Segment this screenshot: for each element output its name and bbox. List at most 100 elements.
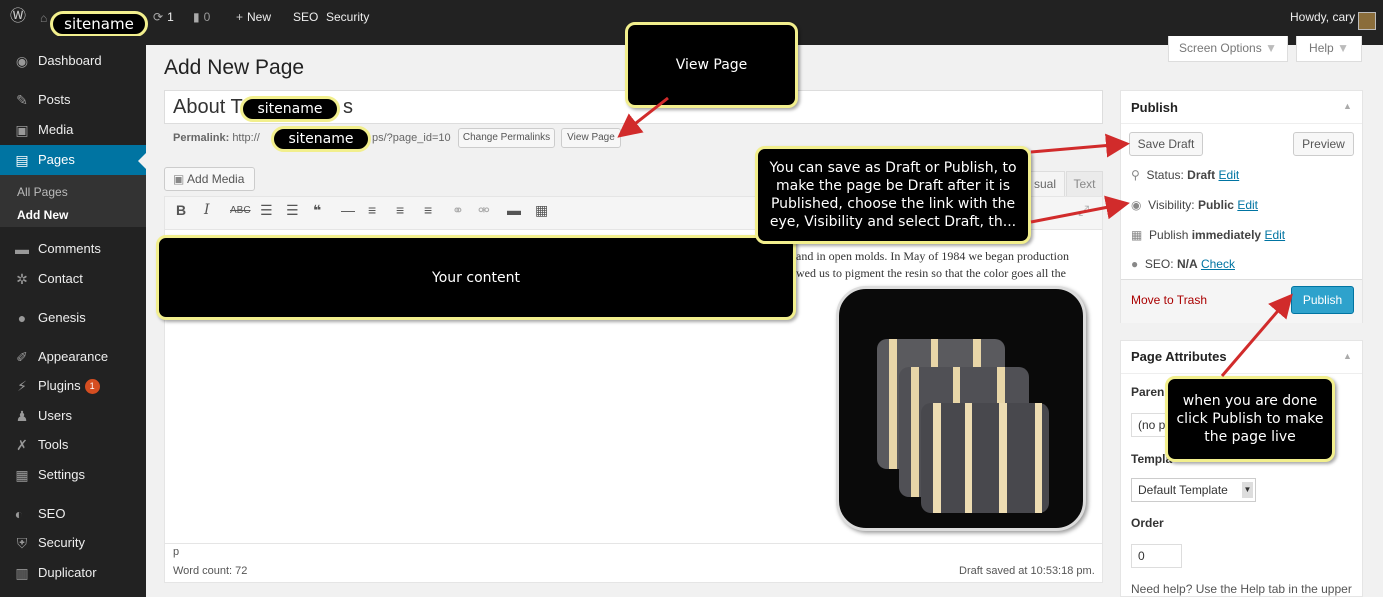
align-center-icon[interactable]: ≡: [396, 202, 404, 218]
read-more-icon[interactable]: ▬: [507, 202, 521, 218]
collapse-icon: ▲: [1343, 101, 1352, 111]
sidebar-item-posts[interactable]: ✎ Posts: [0, 86, 146, 114]
sidebar-item-users[interactable]: ♟ Users: [0, 402, 146, 430]
editor-statusbar: [165, 543, 1102, 584]
sidebar-item-appearance[interactable]: ✐ Appearance: [0, 343, 146, 371]
move-to-trash-link[interactable]: Move to Trash: [1131, 293, 1207, 307]
seo-row: ● SEO: N/A Check: [1131, 257, 1235, 271]
brush-icon: ✐: [16, 349, 28, 365]
seo-menu[interactable]: SEO: [293, 8, 318, 26]
pin-icon: ✎: [16, 92, 28, 108]
publish-date-edit-link[interactable]: Edit: [1264, 228, 1285, 242]
fullscreen-icon[interactable]: ⤢: [1078, 202, 1089, 219]
horizontal-line-icon[interactable]: —: [341, 202, 355, 218]
sidebar-item-contact[interactable]: ✲ Contact: [0, 265, 146, 293]
page-title: Add New Page: [164, 56, 305, 79]
genesis-icon: ●: [17, 310, 27, 326]
visibility-edit-link[interactable]: Edit: [1237, 198, 1258, 212]
align-right-icon[interactable]: ≡: [424, 202, 432, 218]
plug-icon: ⚡: [17, 378, 27, 394]
tab-text[interactable]: Text: [1066, 171, 1103, 197]
seo-check-link[interactable]: Check: [1201, 257, 1235, 271]
sitename-callout-title: sitename: [240, 96, 340, 122]
save-draft-button[interactable]: Save Draft: [1129, 132, 1203, 156]
duplicator-icon: ▥: [15, 565, 29, 581]
gear-icon: ✲: [16, 271, 28, 287]
publish-box-header[interactable]: Publish ▲: [1121, 91, 1362, 124]
italic-icon[interactable]: I: [204, 202, 210, 218]
chevron-down-icon: ▼: [1242, 482, 1253, 498]
seo-dot-icon: ●: [1131, 257, 1139, 271]
view-page-button[interactable]: View Page: [561, 128, 621, 148]
status-edit-link[interactable]: Edit: [1219, 168, 1240, 182]
pages-icon: ▤: [15, 152, 29, 168]
howdy-user[interactable]: Howdy, cary: [1290, 8, 1355, 26]
sidebar-item-seo[interactable]: ◐ SEO: [0, 500, 146, 528]
sitename-callout-permalink: sitename: [271, 126, 371, 152]
unlink-icon[interactable]: ⚮: [478, 202, 490, 219]
numbered-list-icon[interactable]: ☰: [286, 202, 299, 219]
bold-icon[interactable]: B: [176, 202, 186, 218]
order-input[interactable]: 0: [1131, 544, 1182, 568]
active-pointer: [138, 153, 146, 169]
media-icon: ▣: [15, 122, 29, 138]
sidebar-item-pages[interactable]: ▤ Pages: [0, 145, 146, 175]
link-icon[interactable]: ⚭: [452, 202, 464, 219]
align-left-icon[interactable]: ≡: [368, 202, 376, 218]
seo-icon: ◐: [14, 506, 24, 522]
plus-icon: +: [236, 10, 244, 24]
parent-label: Paren: [1131, 385, 1165, 399]
callout-your-content: Your content: [156, 235, 796, 320]
media-icon: ▣: [173, 172, 188, 186]
page-attributes-header[interactable]: Page Attributes ▲: [1121, 341, 1362, 374]
bullet-list-icon[interactable]: ☰: [260, 202, 273, 219]
avatar[interactable]: [1358, 12, 1376, 30]
content-image[interactable]: [836, 286, 1086, 531]
updates-item[interactable]: ⟳ 1: [153, 8, 174, 26]
tab-visual[interactable]: sual: [1025, 171, 1065, 197]
new-item[interactable]: + New: [236, 8, 271, 26]
publish-button[interactable]: Publish: [1291, 286, 1354, 314]
home-icon[interactable]: ⌂: [40, 9, 47, 27]
permalink-url-end[interactable]: ps/?page_id=10: [372, 132, 451, 144]
toolbar-toggle-icon[interactable]: ▦: [535, 202, 548, 219]
change-permalinks-button[interactable]: Change Permalinks: [458, 128, 555, 148]
screen-options-button[interactable]: Screen Options ▼: [1168, 36, 1288, 62]
sidebar-item-plugins[interactable]: ⚡ Plugins 1: [0, 372, 146, 400]
sidebar-item-media[interactable]: ▣ Media: [0, 116, 146, 144]
sidebar-item-genesis[interactable]: ● Genesis: [0, 304, 146, 332]
sidebar-item-settings[interactable]: ▦ Settings: [0, 461, 146, 489]
submenu-add-new[interactable]: Add New: [17, 208, 68, 222]
order-label: Order: [1131, 516, 1164, 530]
product-photo-art: [877, 339, 1049, 513]
sidebar-item-comments[interactable]: ▬ Comments: [0, 235, 146, 263]
sidebar-item-tools[interactable]: ✗ Tools: [0, 431, 146, 459]
sidebar-item-dashboard[interactable]: ◉ Dashboard: [0, 47, 146, 75]
submenu-all-pages[interactable]: All Pages: [17, 185, 68, 199]
strikethrough-icon[interactable]: ABC: [230, 205, 251, 216]
publish-date-row: ▦ Publish immediately Edit: [1131, 228, 1286, 242]
user-icon: ♟: [15, 408, 29, 424]
comment-icon: ▮: [193, 10, 200, 24]
preview-button[interactable]: Preview: [1293, 132, 1354, 156]
shield-icon: ⛨: [16, 535, 28, 551]
security-menu[interactable]: Security: [326, 8, 369, 26]
add-media-button[interactable]: ▣ Add Media: [164, 167, 255, 191]
wordpress-logo-icon[interactable]: Ⓦ: [10, 8, 26, 26]
template-select[interactable]: Default Template ▼: [1131, 478, 1256, 502]
callout-publish-done: when you are done click Publish to make …: [1165, 376, 1335, 462]
blockquote-icon[interactable]: ❝: [313, 202, 321, 219]
word-count: Word count: 72: [173, 565, 248, 577]
editor-path: p: [173, 546, 180, 558]
help-button[interactable]: Help ▼: [1296, 36, 1362, 62]
updates-icon: ⟳: [153, 10, 164, 24]
comments-item[interactable]: ▮ 0: [193, 8, 210, 26]
sidebar-item-security[interactable]: ⛨ Security: [0, 529, 146, 557]
sidebar-item-duplicator[interactable]: ▥ Duplicator: [0, 559, 146, 587]
collapse-icon: ▲: [1343, 351, 1352, 361]
chevron-down-icon: ▼: [1337, 41, 1349, 55]
callout-view-page: View Page: [625, 22, 798, 108]
chevron-down-icon: ▼: [1265, 41, 1277, 55]
permalink-row: Permalink: http://: [173, 132, 260, 144]
settings-icon: ▦: [15, 467, 29, 483]
